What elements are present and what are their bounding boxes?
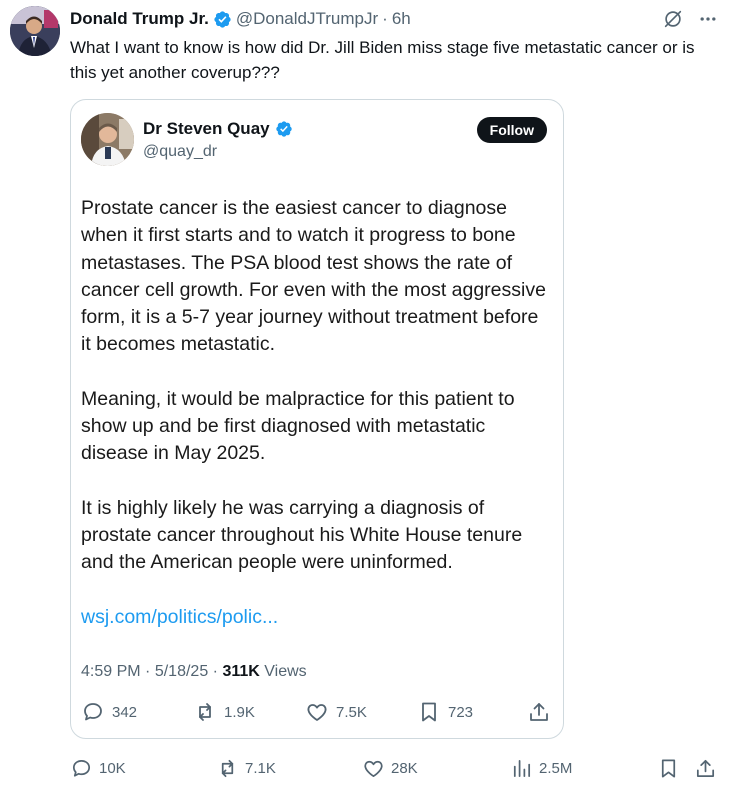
quoted-views-count: 311K [222, 663, 260, 680]
share-icon [527, 700, 551, 724]
separator-dot: · [382, 9, 388, 28]
quoted-bookmark-count: 723 [448, 703, 474, 721]
post-time[interactable]: 6h [392, 9, 411, 29]
quoted-repost-count: 1.9K [224, 703, 255, 721]
quoted-verified-badge-icon [275, 120, 294, 139]
post-top-actions [662, 8, 718, 30]
verified-badge-icon [213, 10, 232, 29]
views-button[interactable]: 2.5M [510, 753, 572, 783]
repost-icon [216, 757, 239, 780]
quoted-date[interactable]: 5/18/25 [155, 663, 208, 680]
quoted-paragraph-2: Meaning, it would be malpractice for thi… [81, 387, 515, 465]
reply-button[interactable]: 10K [70, 753, 126, 783]
quoted-paragraph-3: It is highly likely he was carrying a di… [81, 496, 523, 574]
like-count: 28K [391, 759, 418, 777]
analytics-icon [510, 757, 533, 780]
heart-icon [362, 757, 385, 780]
like-button[interactable]: 28K [362, 753, 418, 783]
quoted-views-label: Views [264, 663, 307, 680]
reply-icon [81, 700, 105, 724]
tweet: Donald Trump Jr. @DonaldJTrumpJr · 6h Wh… [0, 0, 736, 792]
article-link[interactable]: wsj.com/politics/polic... [81, 604, 551, 631]
follow-button[interactable]: Follow [476, 117, 547, 143]
quoted-time[interactable]: 4:59 PM [81, 663, 141, 680]
share-icon [694, 757, 717, 780]
quoted-tweet-text: Prostate cancer is the easiest cancer to… [81, 195, 551, 631]
heart-icon [305, 700, 329, 724]
quoted-author-avatar[interactable] [81, 113, 134, 166]
post-text: What I want to know is how did Dr. Jill … [70, 38, 695, 82]
quoted-bookmark-button[interactable]: 723 [417, 698, 473, 726]
bookmark-button[interactable] [657, 753, 680, 783]
quoted-like-button[interactable]: 7.5K [305, 698, 367, 726]
bookmark-icon [417, 700, 441, 724]
author-name[interactable]: Donald Trump Jr. [70, 9, 209, 29]
post-header: Donald Trump Jr. @DonaldJTrumpJr · 6h [70, 8, 411, 30]
quoted-author-handle[interactable]: @quay_dr [143, 143, 217, 161]
repost-icon [193, 700, 217, 724]
reply-icon [70, 757, 93, 780]
quoted-paragraph-1: Prostate cancer is the easiest cancer to… [81, 197, 546, 356]
author-handle[interactable]: @DonaldJTrumpJr [236, 9, 378, 29]
quoted-author-name[interactable]: Dr Steven Quay [143, 119, 270, 139]
quoted-repost-button[interactable]: 1.9K [193, 698, 255, 726]
quoted-author-name-row: Dr Steven Quay [143, 119, 298, 139]
author-avatar[interactable] [10, 6, 60, 56]
quoted-share-button[interactable] [527, 698, 551, 726]
repost-button[interactable]: 7.1K [216, 753, 276, 783]
grok-icon[interactable] [662, 8, 684, 30]
quoted-reply-count: 342 [112, 703, 138, 721]
bookmark-icon [657, 757, 680, 780]
more-options-icon[interactable] [698, 9, 718, 29]
quoted-tweet-meta: 4:59 PM · 5/18/25 · 311K Views [81, 663, 307, 680]
share-button[interactable] [694, 753, 717, 783]
post-action-bar: 10K 7.1K 28K 2.5M [70, 753, 720, 783]
quoted-reply-button[interactable]: 342 [81, 698, 137, 726]
quoted-like-count: 7.5K [336, 703, 367, 721]
views-count: 2.5M [539, 759, 573, 777]
reply-count: 10K [99, 759, 126, 777]
quoted-tweet-stats: 342 1.9K 7.5K 723 [81, 698, 551, 726]
repost-count: 7.1K [245, 759, 276, 777]
quoted-tweet-card[interactable]: Dr Steven Quay @quay_dr Follow Prostate … [70, 99, 564, 739]
